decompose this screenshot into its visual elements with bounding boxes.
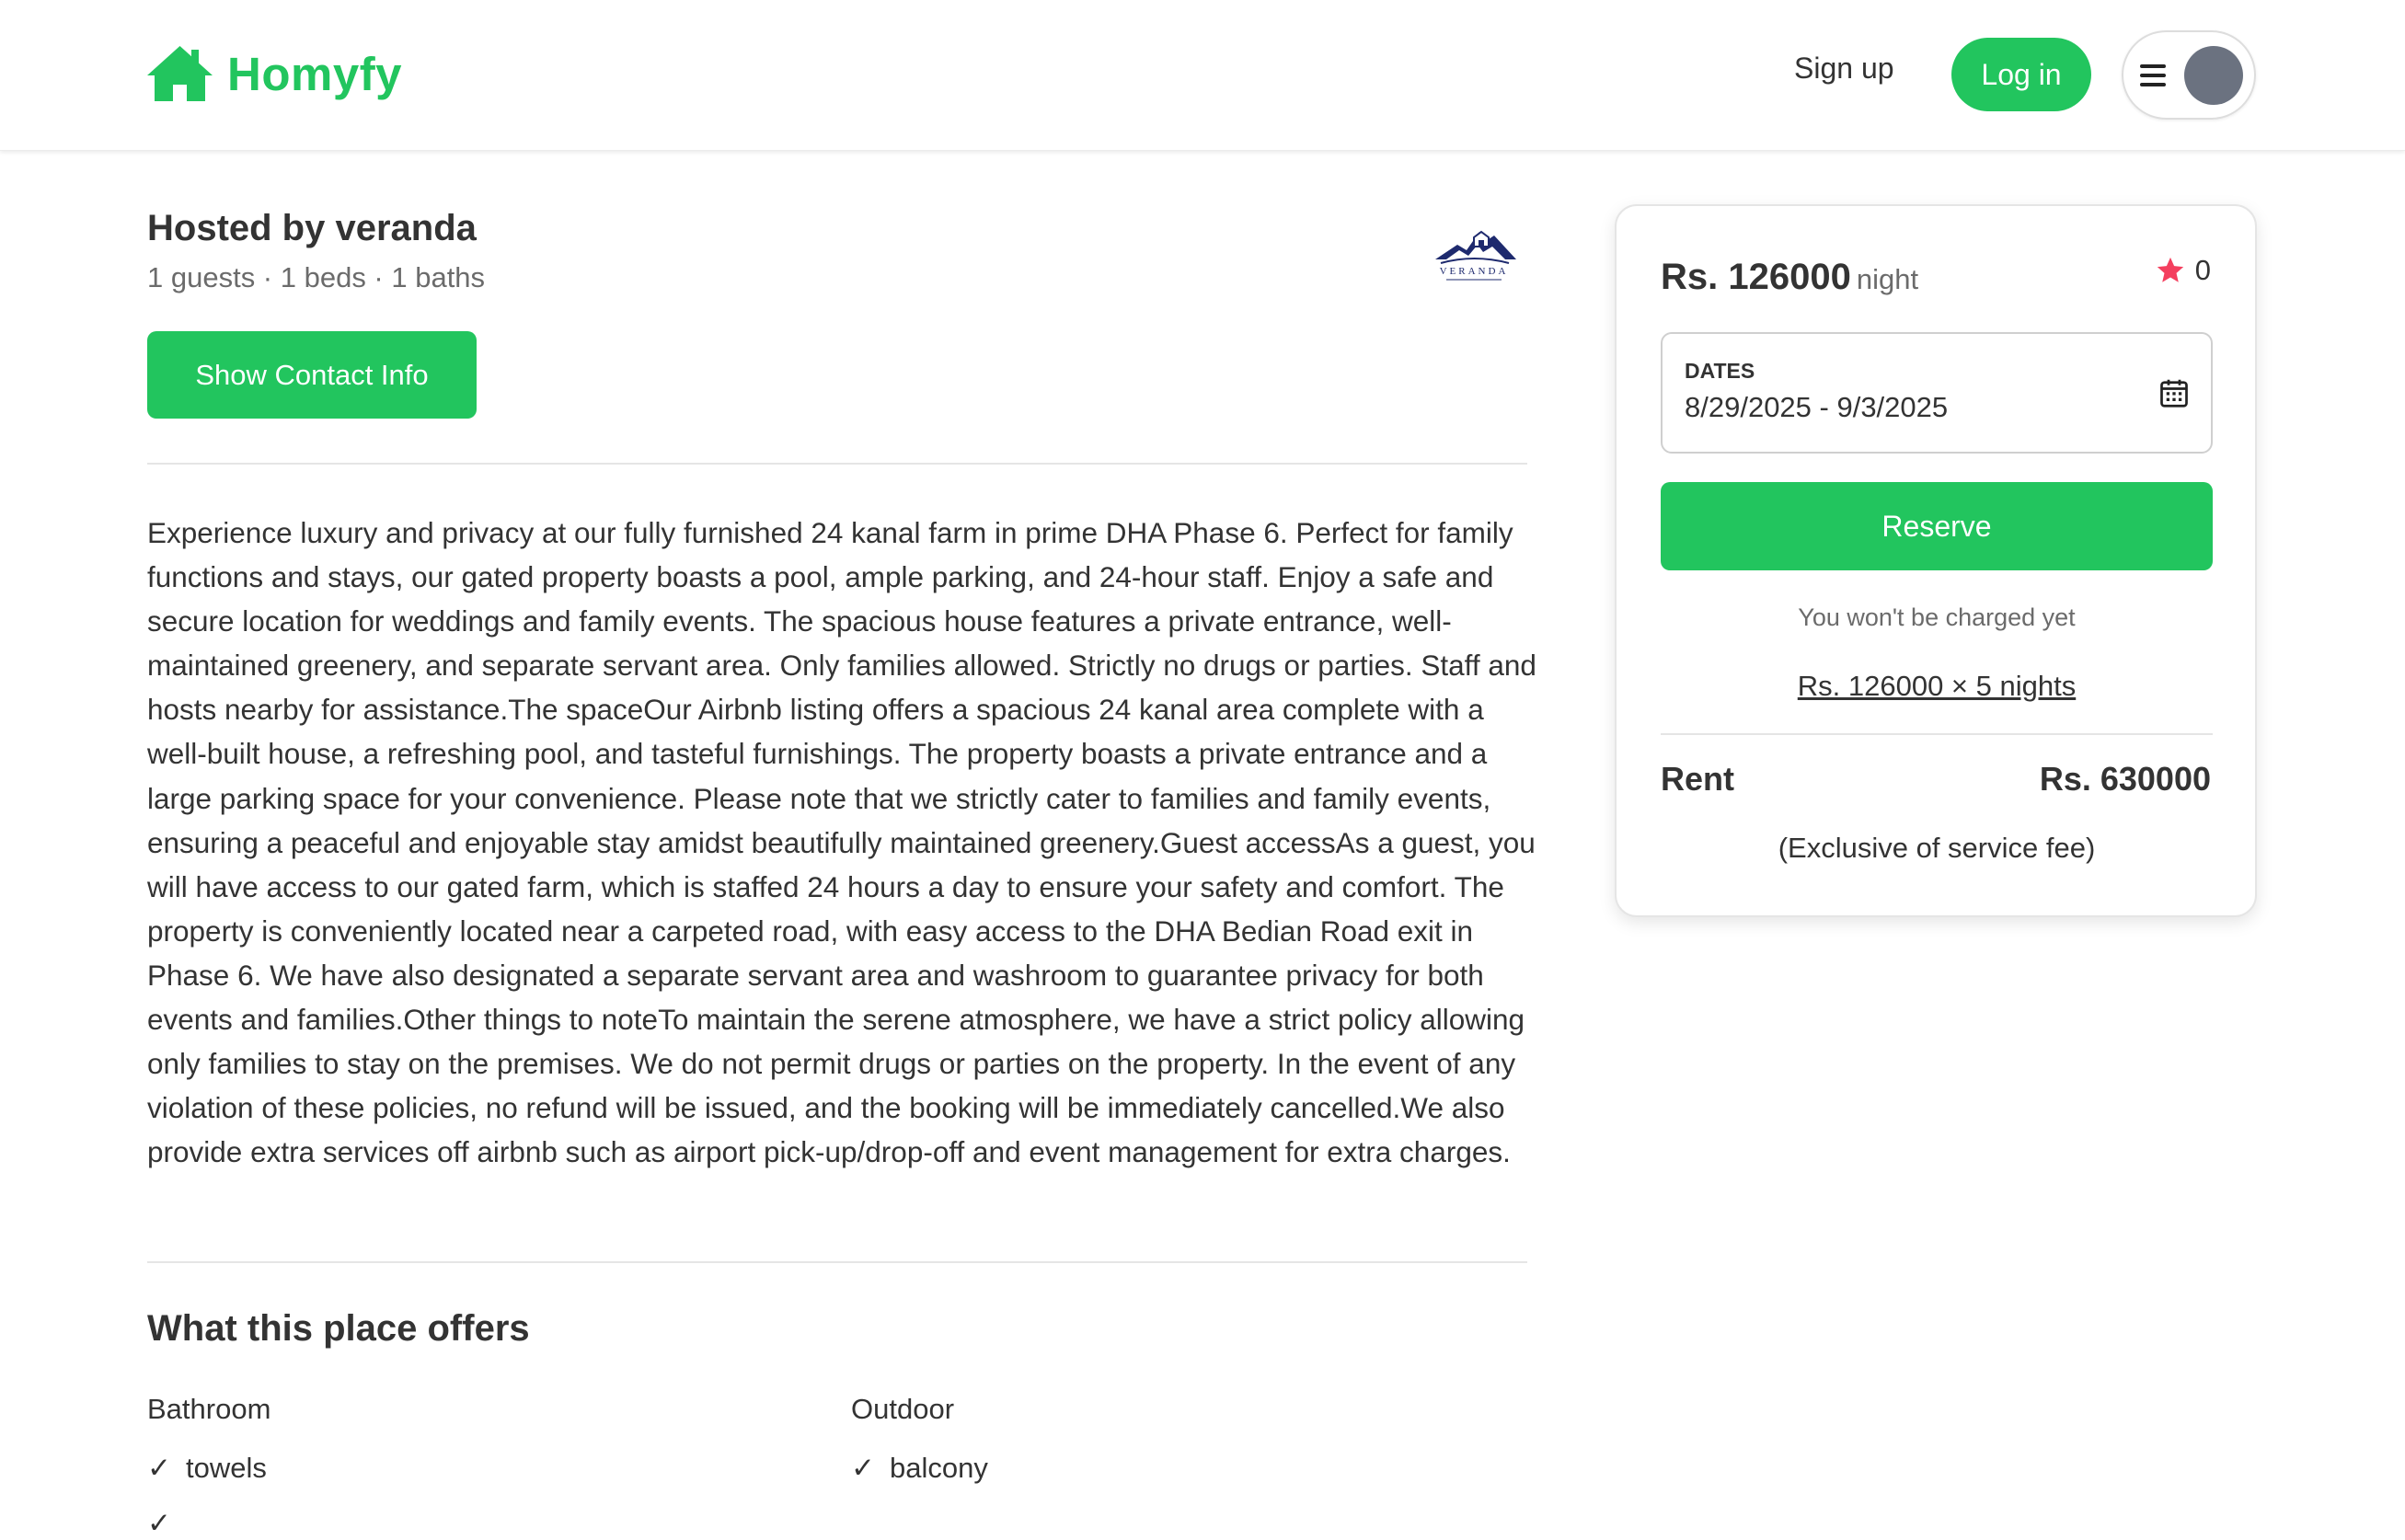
nightly-price: Rs. 126000 night (1661, 257, 1918, 298)
amenity-item-partial: ✓ (147, 1507, 186, 1540)
hamburger-menu-icon (2140, 63, 2166, 86)
sign-up-link[interactable]: Sign up (1794, 52, 1894, 86)
amenity-category: Outdoor (851, 1393, 955, 1425)
rent-label: Rent (1661, 760, 1734, 798)
check-icon: ✓ (147, 1452, 171, 1484)
rating-value: 0 (2194, 254, 2211, 286)
star-icon (2157, 257, 2183, 282)
price-unit: night (1856, 263, 1919, 295)
service-fee-note: (Exclusive of service fee) (1778, 832, 2096, 864)
date-range-picker[interactable]: DATES 8/29/2025 - 9/3/2025 (1661, 332, 2213, 454)
dates-label: DATES (1685, 359, 1755, 383)
check-icon: ✓ (147, 1507, 171, 1539)
svg-text:VERANDA: VERANDA (1440, 266, 1509, 277)
avatar (2184, 45, 2243, 105)
reserve-button[interactable]: Reserve (1661, 482, 2213, 570)
rating: 0 (2155, 254, 2211, 287)
brand-name: Homyfy (227, 47, 403, 100)
host-logo-image: VERANDA (1435, 230, 1516, 281)
amenity-item: ✓ balcony (851, 1452, 988, 1485)
rent-total: Rs. 630000 (2039, 760, 2211, 798)
price-breakdown-link[interactable]: Rs. 126000 × 5 nights (1661, 670, 2213, 703)
price-amount: Rs. 126000 (1661, 257, 1851, 297)
amenity-label: balcony (889, 1452, 988, 1484)
amenity-item: ✓ towels (147, 1452, 267, 1485)
check-icon: ✓ (851, 1452, 875, 1484)
listing-description: Experience luxury and privacy at our ful… (147, 516, 1536, 1169)
user-menu-button[interactable] (2122, 30, 2256, 120)
card-divider (1661, 733, 2213, 735)
homyfy-logo[interactable]: Homyfy (145, 44, 402, 103)
host-title: Hosted by veranda (147, 208, 477, 248)
amenities-heading: What this place offers (147, 1308, 530, 1349)
section-divider (147, 463, 1527, 465)
top-navbar: Homyfy Sign up Log in (0, 0, 2405, 151)
dates-value: 8/29/2025 - 9/3/2025 (1685, 391, 1949, 423)
booking-card: Rs. 126000 night 0 DATES 8/29/2025 - 9/3/… (1615, 204, 2257, 917)
amenity-label: towels (185, 1452, 267, 1484)
show-contact-info-button[interactable]: Show Contact Info (147, 331, 477, 419)
section-divider (147, 1261, 1527, 1263)
log-in-button[interactable]: Log in (1951, 38, 2091, 111)
no-charge-note: You won't be charged yet (1798, 603, 2076, 631)
amenity-category: Bathroom (147, 1393, 271, 1425)
listing-capacity: 1 guests · 1 beds · 1 baths (147, 261, 486, 293)
house-icon (147, 46, 213, 101)
calendar-icon (2160, 379, 2188, 408)
